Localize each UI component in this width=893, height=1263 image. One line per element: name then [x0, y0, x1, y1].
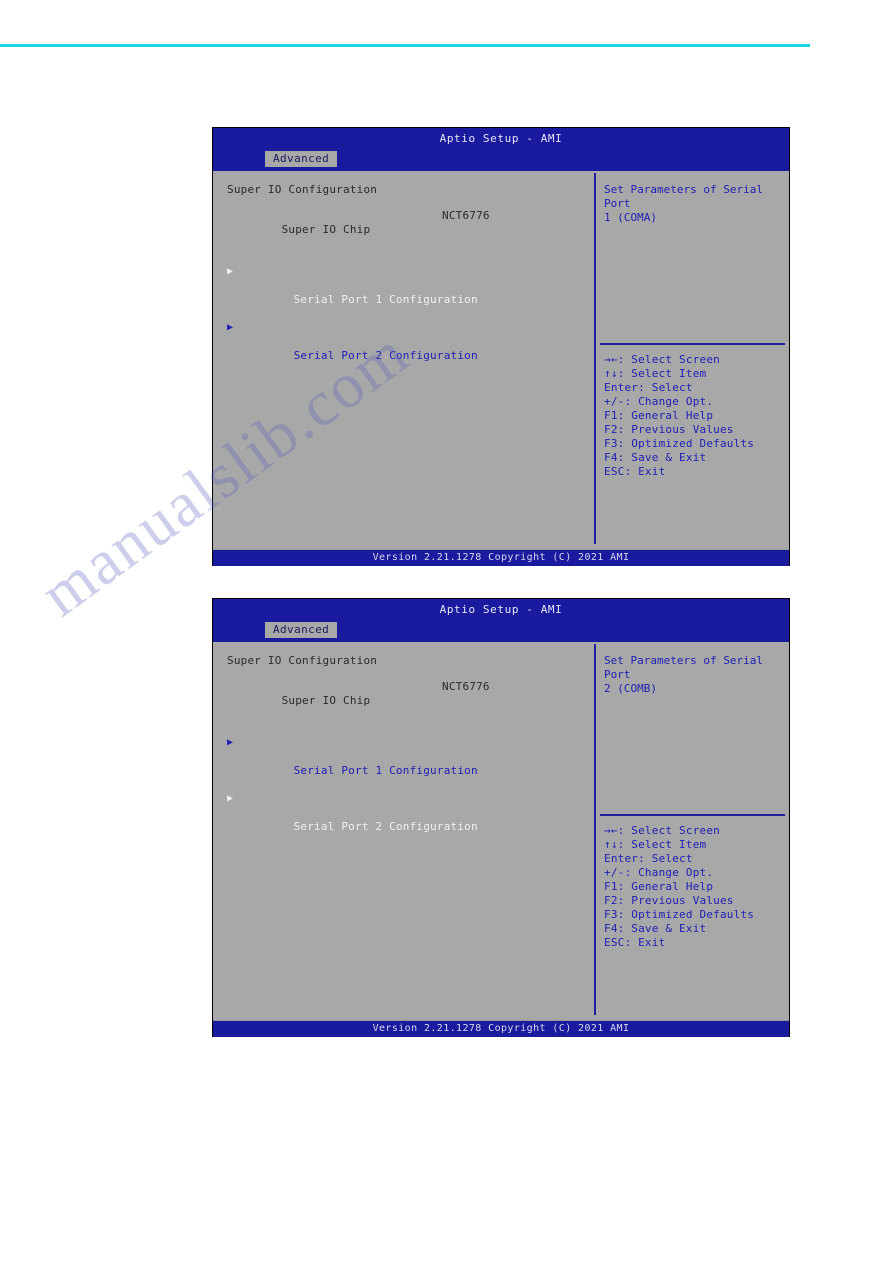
help-divider-2	[600, 814, 785, 816]
menu-item-label: Serial Port 1 Configuration	[293, 764, 478, 777]
help-divider-1	[600, 343, 785, 345]
bios-title-bar-1: Aptio Setup - AMI	[213, 128, 789, 150]
help-key: ESC: Exit	[604, 936, 666, 949]
chevron-right-icon: ▶	[227, 793, 234, 804]
menu-item-serial-port-2-s2[interactable]: ▶ Serial Port 2 Configuration	[227, 792, 594, 848]
help-key-legend-1: →←: Select Screen ↑↓: Select Item Enter:…	[604, 353, 754, 479]
bios-title-bar-2: Aptio Setup - AMI	[213, 599, 789, 621]
page-header-rule	[0, 44, 810, 47]
menu-item-serial-port-1-s1[interactable]: ▶ Serial Port 1 Configuration	[227, 265, 594, 321]
help-description-line2-1: 1 (COMA)	[604, 211, 657, 224]
super-io-chip-row-2: Super IO Chip NCT6776	[227, 680, 594, 736]
help-description-line2-2: 2 (COMB)	[604, 682, 657, 695]
help-description-line1-1: Set Parameters of Serial Port	[604, 183, 763, 210]
help-key: F2: Previous Values	[604, 894, 734, 907]
help-key: F4: Save & Exit	[604, 451, 707, 464]
help-key: F4: Save & Exit	[604, 922, 707, 935]
chevron-right-icon: ▶	[227, 266, 234, 277]
help-key: ESC: Exit	[604, 465, 666, 478]
super-io-chip-value-1: NCT6776	[442, 209, 490, 222]
bios-help-panel-2: Set Parameters of Serial Port 2 (COMB) →…	[596, 642, 789, 1017]
help-key-legend-2: →←: Select Screen ↑↓: Select Item Enter:…	[604, 824, 754, 950]
super-io-chip-row-1: Super IO Chip NCT6776	[227, 209, 594, 265]
help-key: +/-: Change Opt.	[604, 395, 714, 408]
tab-advanced-2[interactable]: Advanced	[265, 622, 338, 638]
bios-footer-2: Version 2.21.1278 Copyright (C) 2021 AMI	[213, 1020, 789, 1037]
section-heading-1: Super IO Configuration	[227, 183, 378, 196]
help-key: →←: Select Screen	[604, 353, 720, 366]
help-key: F1: General Help	[604, 880, 714, 893]
chevron-right-icon: ▶	[227, 737, 234, 748]
help-key: Enter: Select	[604, 852, 693, 865]
menu-item-label: Serial Port 2 Configuration	[293, 349, 478, 362]
bios-footer-1: Version 2.21.1278 Copyright (C) 2021 AMI	[213, 549, 789, 566]
chevron-right-icon: ▶	[227, 322, 234, 333]
bios-screenshot-1: Aptio Setup - AMI Advanced Super IO Conf…	[212, 127, 790, 566]
bios-tab-row-1: Advanced	[213, 150, 789, 169]
help-description-line1-2: Set Parameters of Serial Port	[604, 654, 763, 681]
bios-tab-row-2: Advanced	[213, 621, 789, 640]
bios-main-panel-1: Super IO Configuration Super IO Chip NCT…	[213, 171, 594, 546]
menu-item-serial-port-2-s1[interactable]: ▶ Serial Port 2 Configuration	[227, 321, 594, 377]
super-io-chip-value-2: NCT6776	[442, 680, 490, 693]
menu-item-serial-port-1-s2[interactable]: ▶ Serial Port 1 Configuration	[227, 736, 594, 792]
help-key: F3: Optimized Defaults	[604, 437, 755, 450]
help-key: F1: General Help	[604, 409, 714, 422]
menu-item-label: Serial Port 2 Configuration	[293, 820, 478, 833]
help-key: +/-: Change Opt.	[604, 866, 714, 879]
super-io-chip-label-2: Super IO Chip	[281, 694, 371, 707]
super-io-chip-label-1: Super IO Chip	[281, 223, 371, 236]
bios-screenshot-2: Aptio Setup - AMI Advanced Super IO Conf…	[212, 598, 790, 1037]
help-key: ↑↓: Select Item	[604, 367, 707, 380]
help-key: ↑↓: Select Item	[604, 838, 707, 851]
help-key: Enter: Select	[604, 381, 693, 394]
menu-item-label: Serial Port 1 Configuration	[293, 293, 478, 306]
tab-advanced-1[interactable]: Advanced	[265, 151, 338, 167]
bios-body-2: Super IO Configuration Super IO Chip NCT…	[213, 640, 789, 1017]
bios-main-panel-2: Super IO Configuration Super IO Chip NCT…	[213, 642, 594, 1017]
help-key: F3: Optimized Defaults	[604, 908, 755, 921]
section-heading-2: Super IO Configuration	[227, 654, 378, 667]
bios-body-1: Super IO Configuration Super IO Chip NCT…	[213, 169, 789, 546]
help-key: F2: Previous Values	[604, 423, 734, 436]
help-key: →←: Select Screen	[604, 824, 720, 837]
bios-help-panel-1: Set Parameters of Serial Port 1 (COMA) →…	[596, 171, 789, 546]
